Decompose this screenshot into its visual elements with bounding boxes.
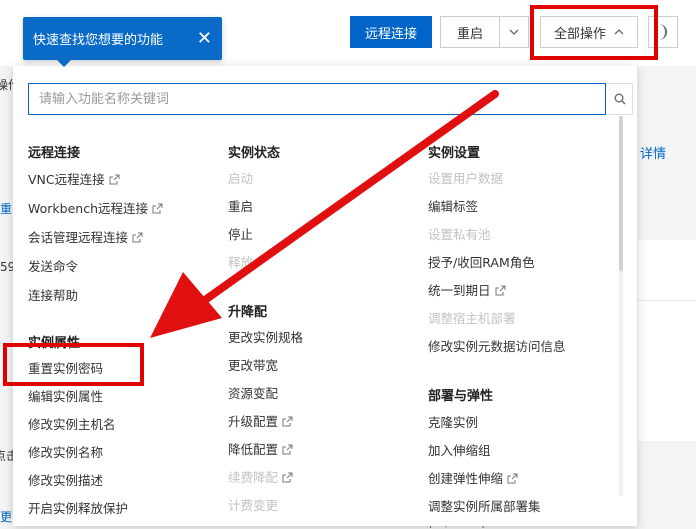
menu-item-label: Workbench远程连接	[28, 201, 148, 216]
menu-item-deploy-2[interactable]: 创建弹性伸缩	[428, 468, 518, 487]
external-link-icon	[282, 471, 293, 483]
menu-item-settings-3[interactable]: 授予/收回RAM角色	[428, 252, 535, 271]
menu-item-label: 更改实例规格	[228, 330, 304, 345]
menu-item-label: 调整实例所属部署集	[428, 499, 541, 514]
close-icon[interactable]: ✕	[197, 29, 212, 48]
menu-item-label: 授予/收回RAM角色	[428, 255, 535, 270]
menu-item-remote-2[interactable]: 会话管理远程连接	[28, 227, 143, 246]
quick-find-tooltip: 快速查找您想要的功能 ✕	[23, 17, 222, 67]
more-icon	[659, 24, 667, 40]
menu-item-scale-6[interactable]: 计费变更	[228, 495, 278, 514]
menu-item-settings-6[interactable]: 修改实例元数据访问信息	[428, 336, 566, 355]
bg-link-fragment[interactable]: 重	[0, 200, 12, 217]
menu-item-status-2[interactable]: 停止	[228, 224, 253, 243]
search-button[interactable]	[607, 83, 633, 115]
menu-item-deploy-3[interactable]: 调整实例所属部署集	[428, 496, 541, 515]
bg-card-right	[638, 240, 696, 300]
menu-item-label: 设置私有池	[428, 227, 491, 242]
highlight-all-actions	[530, 5, 658, 60]
menu-item-attrs-2[interactable]: 修改实例主机名	[28, 414, 116, 433]
menu-item-remote-4[interactable]: 连接帮助	[28, 285, 78, 304]
menu-item-label: 加入伸缩组	[428, 443, 491, 458]
remote-section-title: 远程连接	[28, 146, 81, 161]
menu-item-label: 重启	[228, 199, 254, 214]
menu-item-label: 修改实例主机名	[28, 417, 116, 432]
highlight-reset-password	[3, 343, 144, 386]
menu-item-status-3[interactable]: 释放	[228, 252, 253, 271]
menu-item-scale-5[interactable]: 续费降配	[228, 467, 293, 486]
menu-item-label: 修改实例元数据访问信息	[428, 339, 566, 354]
bg-link-fragment-bottom[interactable]: 更	[0, 508, 12, 525]
external-link-icon	[109, 173, 120, 185]
bg-card-right-2	[638, 300, 696, 441]
menu-item-label: 创建弹性伸缩	[428, 471, 504, 486]
external-link-icon	[507, 472, 518, 484]
menu-item-label: VNC远程连接	[28, 172, 105, 187]
menu-item-label: 释放	[228, 255, 254, 270]
menu-item-scale-1[interactable]: 更改带宽	[228, 355, 278, 374]
menu-item-scale-0[interactable]: 更改实例规格	[228, 327, 303, 346]
menu-item-label: 连接帮助	[28, 288, 79, 303]
remote-connect-button[interactable]: 远程连接	[350, 16, 432, 48]
function-search-box[interactable]	[28, 83, 606, 115]
menu-item-status-1[interactable]: 重启	[228, 196, 253, 215]
external-link-icon	[495, 284, 506, 296]
menu-item-settings-5[interactable]: 调整宿主机部署	[428, 308, 516, 327]
menu-item-remote-1[interactable]: Workbench远程连接	[28, 198, 163, 217]
external-link-icon	[282, 415, 293, 427]
restart-more-button[interactable]	[499, 16, 529, 48]
all-actions-dropdown: 远程连接 VNC远程连接 Workbench远程连接会话管理远程连接发送命令连接帮助…	[13, 66, 637, 526]
menu-item-label: 停止	[228, 227, 254, 242]
menu-item-deploy-1[interactable]: 加入伸缩组	[428, 440, 491, 459]
menu-item-label: 编辑标签	[428, 199, 479, 214]
menu-item-label: 资源变配	[228, 386, 279, 401]
chevron-down-icon	[509, 29, 519, 35]
menu-item-deploy-0[interactable]: 克隆实例	[428, 412, 478, 431]
menu-item-label: 调整宿主机部署	[428, 311, 516, 326]
menu-item-label: 会话管理远程连接	[28, 230, 129, 245]
menu-item-label: 设置用户数据	[428, 171, 504, 186]
menu-item-remote-3[interactable]: 发送命令	[28, 256, 78, 275]
menu-item-attrs-3[interactable]: 修改实例名称	[28, 442, 103, 461]
menu-item-label: 升级配置	[228, 414, 279, 429]
menu-item-label: 更改带宽	[228, 358, 279, 373]
menu-item-label: 降低配置	[228, 442, 279, 457]
menu-item-scale-4[interactable]: 降低配置	[228, 439, 293, 458]
menu-item-scale-2[interactable]: 资源变配	[228, 383, 278, 402]
external-link-icon	[132, 231, 143, 243]
menu-item-remote-0[interactable]: VNC远程连接	[28, 169, 120, 188]
menu-item-settings-4[interactable]: 统一到期日	[428, 280, 506, 299]
menu-item-scale-3[interactable]: 升级配置	[228, 411, 293, 430]
function-search-input[interactable]	[29, 84, 589, 114]
menu-item-label: 克隆实例	[428, 415, 479, 430]
menu-item-status-0[interactable]: 启动	[228, 168, 253, 187]
menu-item-label: 修改实例描述	[28, 473, 104, 488]
tooltip-text: 快速查找您想要的功能	[33, 33, 164, 48]
menu-item-label: 发送命令	[28, 259, 79, 274]
menu-item-label: 计费变更	[228, 498, 279, 513]
restart-button[interactable]: 重启	[440, 16, 500, 48]
deploy-section-title: 部署与弹性	[428, 389, 494, 404]
scale-section-title: 升降配	[228, 305, 268, 320]
menu-item-label: 续费降配	[228, 470, 279, 485]
menu-item-label: 编辑实例属性	[28, 389, 104, 404]
menu-item-settings-2[interactable]: 设置私有池	[428, 224, 491, 243]
external-link-icon	[152, 202, 163, 214]
menu-item-attrs-1[interactable]: 编辑实例属性	[28, 386, 103, 405]
bg-link-details[interactable]: 详情	[640, 143, 666, 162]
settings-section-title: 实例设置	[428, 146, 481, 161]
search-icon	[614, 93, 625, 105]
menu-item-settings-0[interactable]: 设置用户数据	[428, 168, 503, 187]
status-section-title: 实例状态	[228, 146, 281, 161]
menu-item-settings-1[interactable]: 编辑标签	[428, 196, 478, 215]
external-link-icon	[282, 443, 293, 455]
menu-item-label: 修改实例名称	[28, 445, 104, 460]
menu-item-label: 统一到期日	[428, 283, 491, 298]
scrollbar-thumb[interactable]	[619, 116, 623, 271]
menu-item-label: 开启实例释放保护	[28, 501, 129, 516]
menu-item-attrs-4[interactable]: 修改实例描述	[28, 470, 103, 489]
menu-item-attrs-5[interactable]: 开启实例释放保护	[28, 498, 128, 517]
menu-item-label: 启动	[228, 171, 254, 186]
